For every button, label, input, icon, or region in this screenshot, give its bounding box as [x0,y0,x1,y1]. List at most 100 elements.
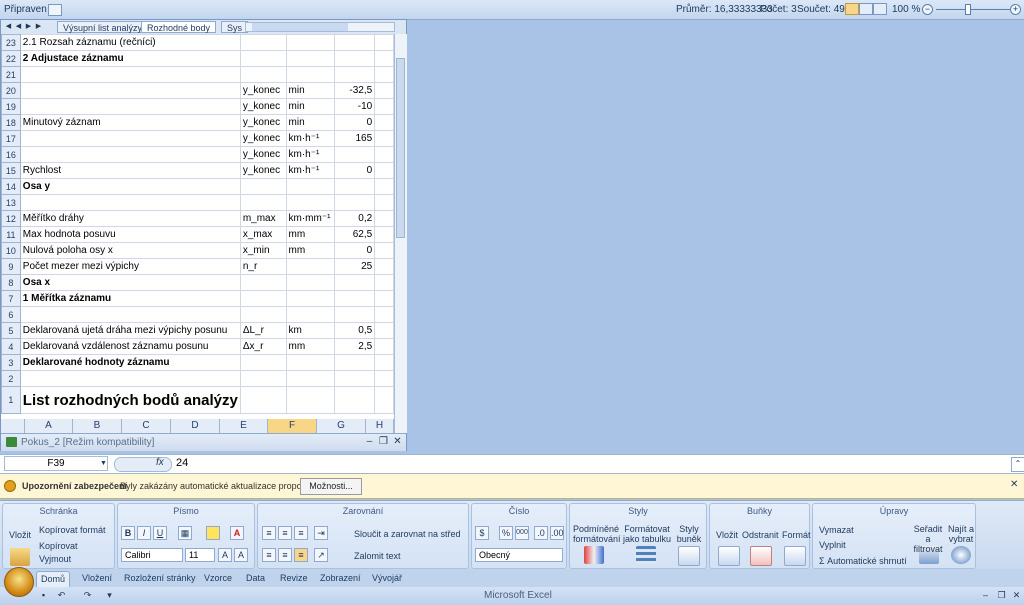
cell-g[interactable] [333,178,376,195]
cell-a[interactable]: 2 Adjustace záznamu [19,50,241,67]
fill-color-icon[interactable] [206,526,220,540]
cell-f[interactable]: min [285,114,335,131]
zoom-slider-thumb[interactable] [965,4,971,15]
cell-f[interactable] [285,306,335,323]
vertical-scroll-thumb[interactable] [396,58,405,238]
cell-f[interactable]: min [285,98,335,115]
cell-a[interactable]: Deklarované hodnoty záznamu [19,354,241,371]
tab-0[interactable]: Domů [36,571,71,587]
cell-e[interactable]: m_max [239,210,287,227]
save-icon[interactable]: ▪ [38,590,49,601]
cell-h[interactable] [374,66,394,83]
zoom-in-icon[interactable]: + [1010,4,1021,15]
restore-icon[interactable]: ❐ [996,590,1007,601]
format-cells-button[interactable]: Formát [782,530,811,540]
cell-a[interactable]: 2.1 Rozsah záznamu (rečníci) [19,34,241,51]
security-options-button[interactable]: Možnosti... [300,478,362,495]
align-top-icon[interactable]: ≡ [294,548,308,562]
zoom-slider-track[interactable] [936,9,1012,10]
cell-g[interactable] [333,34,376,51]
cell-f[interactable] [285,66,335,83]
cell-e[interactable]: n_r [239,258,287,275]
cell-h[interactable] [374,178,394,195]
cell-a[interactable]: Deklarovaná ujetá dráha mezi výpichy pos… [19,322,241,339]
cell-a[interactable] [19,130,241,147]
align-middle-icon[interactable]: ≡ [278,548,292,562]
row-header[interactable]: 22 [1,50,21,67]
tab-5[interactable]: Revize [276,571,312,586]
sheet-tab-output[interactable]: Výsupní list analýzy [57,21,149,33]
thousands-button[interactable]: 000 [515,526,529,540]
wb-minimize-icon[interactable]: – [364,436,375,447]
macro-record-icon[interactable] [48,4,62,16]
row-header[interactable]: 11 [1,226,21,243]
cell-a[interactable]: Měřítko dráhy [19,210,241,227]
cell-g[interactable]: 165 [333,130,376,147]
copy-button[interactable]: Kopírovat [39,541,78,551]
cell-g[interactable]: -32,5 [333,82,376,99]
font-color-icon[interactable]: A [230,526,244,540]
cell-e[interactable] [239,306,287,323]
wb-close-icon[interactable]: ✕ [392,436,403,447]
cell-f[interactable] [285,50,335,67]
cell-a[interactable] [19,98,241,115]
cell-a[interactable] [19,370,241,387]
cell-h[interactable] [374,338,394,355]
select-all-corner[interactable] [1,419,25,433]
cell-a[interactable]: Deklarovaná vzdálenost záznamu posunu [19,338,241,355]
cell-a[interactable]: Max hodnota posuvu [19,226,241,243]
cell-f[interactable] [285,34,335,51]
name-box-dropdown-icon[interactable]: ▼ [100,460,107,467]
normal-view-icon[interactable] [845,3,859,15]
cell-a[interactable]: Osa x [19,274,241,291]
cell-e[interactable]: Δx_r [239,338,287,355]
font-size-select[interactable]: 11 [185,548,215,562]
row-header[interactable]: 15 [1,162,21,179]
last-sheet-icon[interactable]: ▶ [34,22,43,31]
page-break-view-icon[interactable] [873,3,887,15]
insert-cells-button[interactable]: Vložit [716,530,738,540]
row-header[interactable]: 21 [1,66,21,83]
align-bottom-icon[interactable]: ≡ [262,548,276,562]
column-header-e[interactable]: E [220,419,268,433]
cell-h[interactable] [374,162,394,179]
cell-e[interactable] [239,386,287,414]
row-header[interactable]: 18 [1,114,21,131]
sheet-tab-decision-points[interactable]: Rozhodné body [141,21,217,33]
align-left-icon[interactable]: ≡ [262,526,276,540]
next-sheet-icon[interactable]: ▶ [24,22,33,31]
row-header[interactable]: 13 [1,194,21,211]
first-sheet-icon[interactable]: ◀ [4,22,13,31]
prev-sheet-icon[interactable]: ◀ [14,22,23,31]
cell-h[interactable] [374,50,394,67]
merge-center-button[interactable]: Sloučit a zarovnat na střed [354,529,461,539]
cell-h[interactable] [374,210,394,227]
cell-g[interactable] [333,370,376,387]
cell-g[interactable] [333,274,376,291]
cell-f[interactable]: mm [285,242,335,259]
conditional-formatting-icon[interactable] [584,546,604,564]
close-security-bar-icon[interactable]: ✕ [1010,479,1018,490]
number-format-select[interactable]: Obecný [475,548,563,562]
cell-h[interactable] [374,82,394,99]
cell-e[interactable] [239,290,287,307]
cell-g[interactable]: 62,5 [333,226,376,243]
borders-icon[interactable]: ▦ [178,526,192,540]
format-as-table-icon[interactable] [636,546,656,564]
cell-g[interactable]: 0,2 [333,210,376,227]
cell-g[interactable] [333,306,376,323]
row-header[interactable]: 19 [1,98,21,115]
zoom-level[interactable]: 100 % [892,4,920,15]
cell-h[interactable] [374,386,394,414]
column-header-d[interactable]: D [171,419,220,433]
indent-icon[interactable]: ⇥ [314,526,328,540]
cell-e[interactable] [239,50,287,67]
row-header[interactable]: 6 [1,306,21,323]
cell-f[interactable]: km·h⁻¹ [285,130,335,147]
align-right-icon[interactable]: ≡ [294,526,308,540]
fill-button[interactable]: Vyplnit [819,540,846,550]
cell-g[interactable] [333,146,376,163]
cell-h[interactable] [374,146,394,163]
cell-g[interactable] [333,50,376,67]
cell-e[interactable]: y_konec [239,82,287,99]
